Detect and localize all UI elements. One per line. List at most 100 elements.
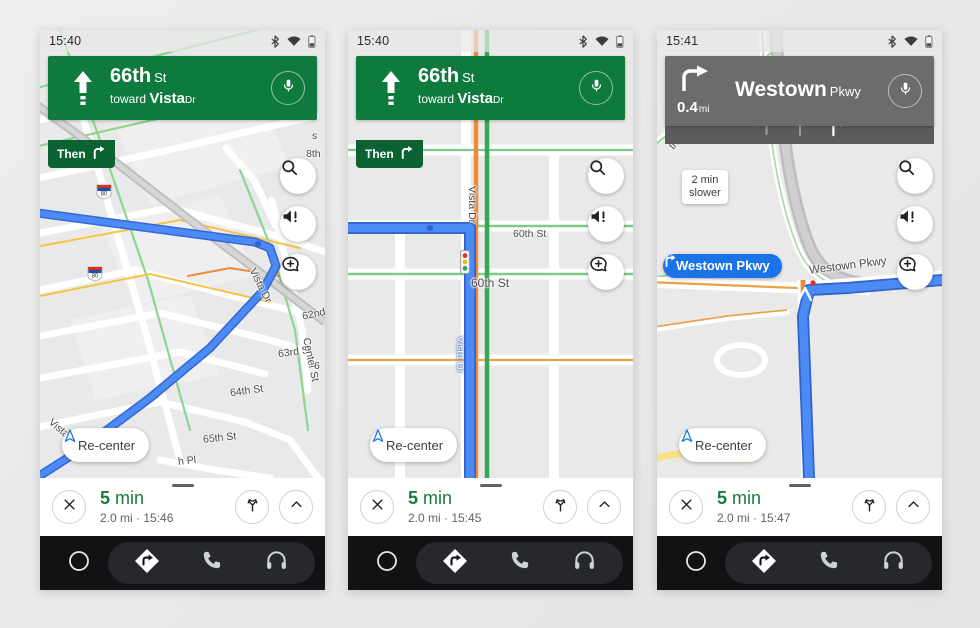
map-label: s: [312, 130, 318, 142]
distance-unit: mi: [698, 104, 710, 115]
then-chip-1: Then: [48, 140, 115, 168]
eta-info-2: 5 min 2.0 mi · 15:45: [394, 488, 543, 525]
bluetooth-icon: [578, 34, 588, 48]
microphone-button[interactable]: [888, 73, 922, 108]
eta-bar-1: 5 min 2.0 mi · 15:46: [40, 478, 325, 536]
system-nav-bar-3: [657, 536, 942, 590]
maps-diamond-icon: [751, 548, 777, 579]
maneuver-chip[interactable]: Westown Pkwy: [663, 254, 782, 278]
eta-detail: 2.0 mi · 15:47: [717, 510, 791, 525]
alternate-routes-button[interactable]: [235, 490, 269, 524]
media-button[interactable]: [254, 543, 300, 583]
phone-button[interactable]: [189, 543, 235, 583]
navigation-header-3: 0.4mi Westown Pkwy: [665, 56, 934, 126]
report-button[interactable]: [588, 254, 624, 290]
straight-arrow-icon: [60, 68, 106, 108]
sound-alerts-button[interactable]: [588, 206, 624, 242]
microphone-button[interactable]: [579, 70, 613, 105]
home-button[interactable]: [667, 549, 725, 578]
eta-duration: 5 min: [717, 488, 852, 509]
street-type: St: [462, 70, 475, 85]
expand-button[interactable]: [587, 490, 621, 524]
turn-right-icon: [91, 145, 106, 162]
eta-detail: 2.0 mi · 15:46: [100, 510, 174, 525]
recenter-button[interactable]: Re-center: [370, 428, 458, 462]
search-button[interactable]: [897, 158, 933, 194]
report-button[interactable]: [280, 254, 316, 290]
maps-button[interactable]: [741, 543, 787, 583]
drag-handle[interactable]: [788, 484, 811, 487]
header-text-3: Westown Pkwy: [723, 79, 888, 101]
media-button[interactable]: [562, 543, 608, 583]
home-circle-icon: [67, 549, 91, 578]
toward-street: Vista: [457, 90, 493, 107]
alternate-routes-button[interactable]: [543, 490, 577, 524]
close-navigation-button[interactable]: [669, 490, 703, 524]
drag-handle[interactable]: [171, 484, 194, 487]
street-name: Westown: [735, 78, 827, 102]
eta-info-3: 5 min 2.0 mi · 15:47: [703, 488, 852, 525]
phone-panel-2: 60th St 60th St Vista Dr Vista Dr Re-cen…: [348, 30, 633, 590]
svg-text:80: 80: [101, 192, 108, 198]
home-button[interactable]: [50, 549, 108, 578]
then-label: Then: [57, 146, 86, 161]
recenter-button[interactable]: Re-center: [679, 428, 767, 462]
wifi-icon: [595, 35, 609, 47]
maps-diamond-icon: [134, 548, 160, 579]
eta-duration: 5 min: [408, 488, 543, 509]
expand-button[interactable]: [896, 490, 930, 524]
microphone-icon: [898, 81, 913, 101]
headphones-icon: [265, 549, 288, 577]
alternate-routes-button[interactable]: [852, 490, 886, 524]
chevron-up-icon: [906, 497, 921, 517]
report-button[interactable]: [897, 254, 933, 290]
phone-icon: [817, 549, 840, 577]
phone-button[interactable]: [497, 543, 543, 583]
screenshot-canvas: 80 80 62nd St 63rd St 64th St 65th St Ce…: [0, 0, 980, 628]
close-navigation-button[interactable]: [52, 490, 86, 524]
close-navigation-button[interactable]: [360, 490, 394, 524]
maps-button[interactable]: [432, 543, 478, 583]
phone-panel-3: Westown Pkwy th St 2 min slower Westown …: [657, 30, 942, 590]
navigation-header-2: 66th St toward VistaDr: [356, 56, 625, 121]
chevron-up-icon: [597, 497, 612, 517]
recenter-label: Re-center: [386, 437, 444, 453]
wifi-icon: [904, 35, 918, 47]
recenter-button[interactable]: Re-center: [62, 428, 150, 462]
eta-info-1: 5 min 2.0 mi · 15:46: [86, 488, 235, 525]
expand-button[interactable]: [279, 490, 313, 524]
drag-handle[interactable]: [479, 484, 502, 487]
search-button[interactable]: [588, 158, 624, 194]
media-button[interactable]: [871, 543, 917, 583]
eta-bar-2: 5 min 2.0 mi · 15:45: [348, 478, 633, 536]
maps-diamond-icon: [442, 548, 468, 579]
header-text-2: 66th St toward VistaDr: [414, 66, 579, 109]
sound-alerts-button[interactable]: [897, 206, 933, 242]
status-time: 15:40: [357, 34, 390, 48]
alternate-route-chip[interactable]: 2 min slower: [682, 170, 728, 205]
then-label: Then: [365, 146, 394, 161]
sound-alerts-button[interactable]: [280, 206, 316, 242]
distance-value: 0.4: [677, 99, 698, 116]
header-street-line: 66th St: [418, 66, 579, 87]
maps-button[interactable]: [124, 543, 170, 583]
system-nav-bar-2: [348, 536, 633, 590]
status-time: 15:41: [666, 34, 699, 48]
toward-type: Dr: [492, 95, 504, 106]
eta-actions-1: [235, 490, 313, 524]
eta-actions-3: [852, 490, 930, 524]
map-label: 60th St: [513, 228, 547, 240]
home-button[interactable]: [358, 549, 416, 578]
phone-button[interactable]: [806, 543, 852, 583]
header-toward-line: toward VistaDr: [418, 89, 579, 109]
then-chip-2: Then: [356, 140, 423, 168]
turn-right-icon: [677, 65, 711, 96]
header-street-line: 66th St: [110, 66, 271, 87]
headphones-icon: [573, 549, 596, 577]
alt-route-line1: 2 min: [691, 174, 719, 186]
alternate-routes-icon: [861, 496, 878, 518]
status-icons: [578, 34, 624, 48]
search-button[interactable]: [280, 158, 316, 194]
system-nav-bar-1: [40, 536, 325, 590]
microphone-button[interactable]: [271, 70, 305, 105]
